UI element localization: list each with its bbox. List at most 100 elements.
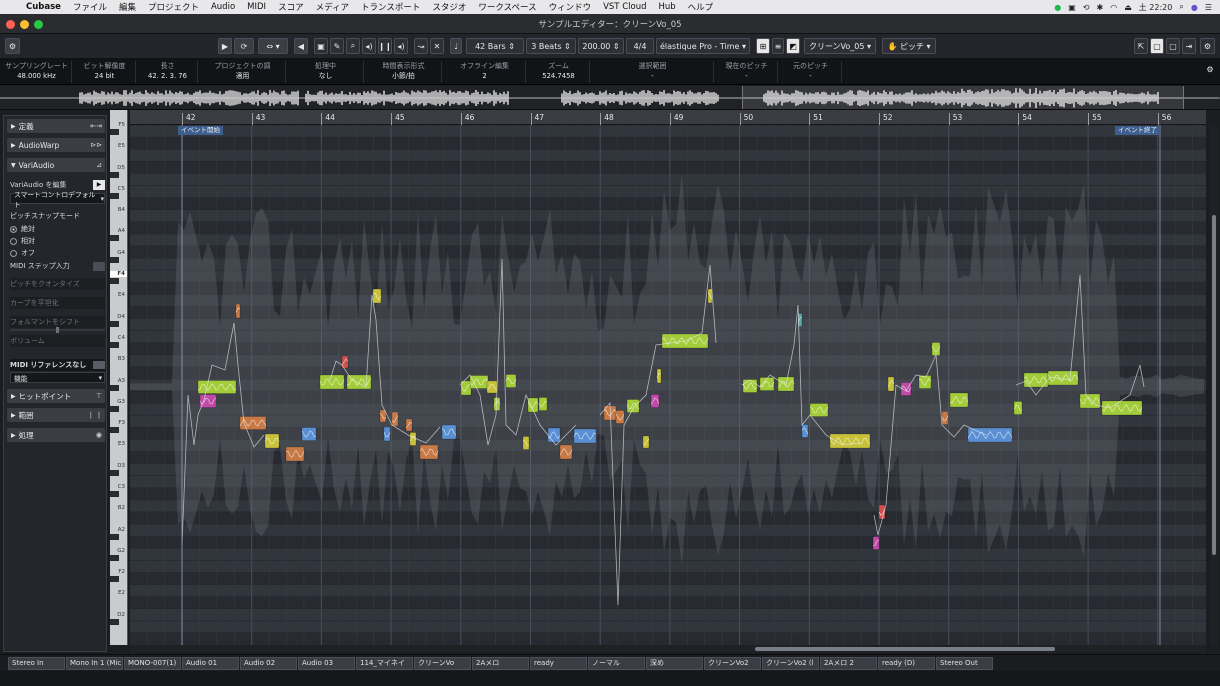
menu-audio[interactable]: Audio bbox=[205, 2, 241, 12]
event-select[interactable]: クリーンVo_05 ▾ bbox=[804, 38, 876, 54]
key-label-F2[interactable]: F2 bbox=[110, 569, 127, 575]
script-icon[interactable]: ▣ bbox=[1068, 3, 1076, 12]
siri-icon[interactable]: ● bbox=[1191, 3, 1198, 12]
midi-step-input-icon[interactable] bbox=[93, 261, 105, 271]
midi-reference-icon[interactable] bbox=[93, 361, 105, 369]
midi-reference-row[interactable]: MIDI リファレンスなし bbox=[10, 359, 105, 371]
list-icon[interactable]: ≡ bbox=[772, 38, 784, 54]
vertical-scroll-thumb[interactable] bbox=[1212, 215, 1216, 555]
ruler-bar-51[interactable]: 51 bbox=[809, 113, 823, 125]
black-key[interactable] bbox=[110, 192, 119, 199]
key-label-B4[interactable]: B4 bbox=[110, 207, 127, 213]
pitch-mode-button[interactable]: ✋ ピッチ ▾ bbox=[882, 38, 936, 54]
black-key[interactable] bbox=[110, 256, 119, 263]
track-chip[interactable]: Stereo Out bbox=[936, 657, 993, 670]
eject-icon[interactable]: ⏏ bbox=[1124, 3, 1132, 12]
section-variaudio[interactable]: ▼ VariAudio ⊿ bbox=[7, 158, 105, 172]
key-label-B2[interactable]: B2 bbox=[110, 505, 127, 511]
track-chip[interactable]: Audio 01 bbox=[182, 657, 239, 670]
black-key[interactable] bbox=[110, 235, 119, 242]
acoustic-feedback-button[interactable]: ⇔ ▾ bbox=[258, 38, 288, 54]
track-chip[interactable]: 2Aメロ 2 bbox=[820, 657, 877, 670]
time-machine-icon[interactable]: ⟲ bbox=[1083, 3, 1090, 12]
key-label-F3[interactable]: F3 bbox=[110, 420, 127, 426]
key-label-E2[interactable]: E2 bbox=[110, 590, 127, 596]
note-icon[interactable]: ♩ bbox=[450, 38, 462, 54]
info-bit-depth[interactable]: ビット解像度 24 bit bbox=[74, 61, 136, 83]
black-key[interactable] bbox=[110, 405, 119, 412]
key-label-C3[interactable]: C3 bbox=[110, 484, 127, 490]
track-chip[interactable]: ready bbox=[530, 657, 587, 670]
radio-button[interactable] bbox=[10, 225, 17, 233]
ruler-bar-53[interactable]: 53 bbox=[948, 113, 962, 125]
section-definition[interactable]: ▶ 定義 ⇤⇥ bbox=[7, 119, 105, 133]
track-chip[interactable]: ノーマル bbox=[588, 657, 645, 670]
info-time-format[interactable]: 時間表示形式 小節/拍 bbox=[366, 61, 442, 83]
bluetooth-icon[interactable]: ✱ bbox=[1097, 3, 1104, 12]
section-range[interactable]: ▶ 範囲 ❘ ❘ bbox=[7, 408, 105, 422]
spotlight-icon[interactable]: ⌕ bbox=[1179, 2, 1183, 12]
musical-mode-button[interactable]: ⊞ bbox=[756, 38, 770, 54]
track-chip[interactable]: Mono In 1 (Mic) bbox=[66, 657, 123, 670]
piano-keyboard[interactable]: F5 E5 D5 C5 B4 A4 G4 F4 E4 D4 C4 B3 A3 G3 F3 E3 D3 C3 B2 A2… bbox=[110, 110, 128, 645]
track-chip[interactable]: クリーンVo2 bbox=[704, 657, 761, 670]
event-icon[interactable]: ◩ bbox=[786, 38, 800, 54]
scrub-tool-icon[interactable]: ❙❙ bbox=[378, 38, 392, 54]
midi-step-input-row[interactable]: MIDI ステップ入力 bbox=[10, 260, 105, 272]
volume-tool-icon[interactable]: ◂) bbox=[394, 38, 408, 54]
black-key[interactable] bbox=[110, 554, 119, 561]
ruler-bar-56[interactable]: 56 bbox=[1157, 113, 1171, 125]
black-key[interactable] bbox=[110, 320, 119, 327]
key-label-D2[interactable]: D2 bbox=[110, 612, 127, 618]
black-key[interactable] bbox=[110, 469, 119, 476]
length-bars-field[interactable]: 42 Bars ⇕ bbox=[466, 38, 524, 54]
menu-window[interactable]: ウィンドウ bbox=[543, 1, 598, 13]
menu-transport[interactable]: トランスポート bbox=[355, 1, 426, 13]
ruler-bar-54[interactable]: 54 bbox=[1018, 113, 1032, 125]
snap-option-absolute[interactable]: 絶対 bbox=[10, 223, 105, 235]
menu-edit[interactable]: 編集 bbox=[113, 1, 142, 13]
key-label-E4[interactable]: E4 bbox=[110, 292, 127, 298]
black-key[interactable] bbox=[110, 490, 119, 497]
key-label-E5[interactable]: E5 bbox=[110, 143, 127, 149]
overview-waveform[interactable] bbox=[0, 86, 1220, 110]
snap-option-off[interactable]: オフ bbox=[10, 247, 105, 259]
black-key[interactable] bbox=[110, 533, 119, 540]
track-chip[interactable]: 2Aメロ bbox=[472, 657, 529, 670]
info-current-pitch[interactable]: 現在のピッチ - bbox=[716, 61, 778, 83]
info-zoom[interactable]: ズーム 524.7458 bbox=[528, 61, 590, 83]
ruler-bar-50[interactable]: 50 bbox=[739, 113, 753, 125]
info-length[interactable]: 長さ 42. 2. 3. 76 bbox=[138, 61, 198, 83]
ruler-bar-44[interactable]: 44 bbox=[321, 113, 335, 125]
speaker-icon[interactable]: ◀ bbox=[294, 38, 308, 54]
track-chip[interactable]: 114_マイネイ bbox=[356, 657, 413, 670]
track-chip[interactable]: MONO-007(1) bbox=[124, 657, 181, 670]
menubar-clock[interactable]: 土 22:20 bbox=[1139, 2, 1173, 13]
overview-visible-range[interactable] bbox=[742, 86, 1184, 109]
black-key[interactable] bbox=[110, 384, 119, 391]
control-center-icon[interactable]: ☰ bbox=[1205, 3, 1212, 12]
black-key[interactable] bbox=[110, 171, 119, 178]
black-key[interactable] bbox=[110, 129, 119, 135]
key-label-A3[interactable]: A3 bbox=[110, 378, 127, 384]
track-chip[interactable]: ready (D) bbox=[878, 657, 935, 670]
black-key[interactable] bbox=[110, 278, 119, 285]
ruler-bar-52[interactable]: 52 bbox=[879, 113, 893, 125]
menu-project[interactable]: プロジェクト bbox=[142, 1, 205, 13]
key-label-D3[interactable]: D3 bbox=[110, 463, 127, 469]
menu-studio[interactable]: スタジオ bbox=[426, 1, 472, 13]
info-original-pitch[interactable]: 元のピッチ - bbox=[780, 61, 842, 83]
black-key[interactable] bbox=[110, 427, 119, 434]
zoom-tool-icon[interactable]: ⌕ bbox=[346, 38, 360, 54]
track-chip[interactable]: Stereo In bbox=[8, 657, 65, 670]
timeline-ruler[interactable]: 42 43 44 45 46 47 48 49 50 51 52 53 54 55 56 bbox=[130, 110, 1206, 125]
ruler-bar-45[interactable]: 45 bbox=[391, 113, 405, 125]
right-zone-icon[interactable]: ▢ bbox=[1166, 38, 1180, 54]
info-processing[interactable]: 処理中 なし bbox=[288, 61, 364, 83]
left-zone-icon[interactable]: ▢ bbox=[1150, 38, 1164, 54]
ruler-bar-48[interactable]: 48 bbox=[600, 113, 614, 125]
ruler-bar-42[interactable]: 42 bbox=[182, 113, 196, 125]
section-hitpoints[interactable]: ▶ ヒットポイント ⊤ bbox=[7, 389, 105, 403]
signature-field[interactable]: 4/4 bbox=[626, 38, 654, 54]
radio-button[interactable] bbox=[10, 237, 17, 245]
